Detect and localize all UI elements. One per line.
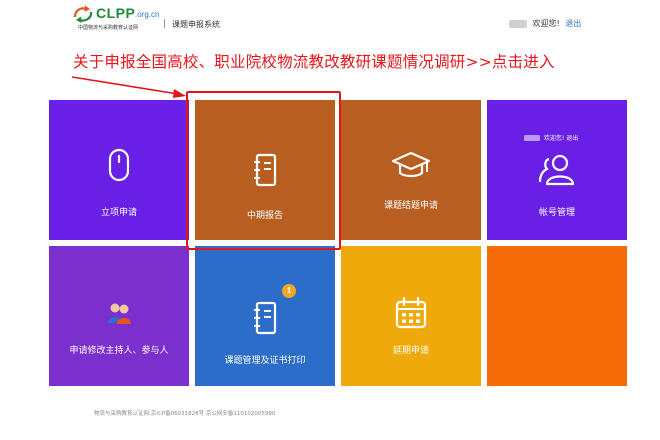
tile-label: 立项申请 [100, 208, 137, 218]
graduation-cap-icon [391, 151, 431, 178]
notebook-icon [254, 301, 277, 335]
tile-label: 课题结题申请 [383, 201, 438, 211]
mouse-icon [108, 148, 130, 182]
tile-label: 课题管理及证书打印 [224, 356, 306, 366]
logout-link[interactable]: 退出 [565, 19, 581, 28]
people-icon [108, 303, 131, 324]
tile-project-completion[interactable]: 课题结题申请 [341, 100, 481, 240]
tile-midterm-report[interactable]: 中期报告 [195, 100, 335, 240]
notification-badge: 1 [282, 284, 296, 298]
user-area: 欢迎您! 退出 [509, 18, 581, 30]
tile-account-management[interactable]: 欢迎您! 退出 帐号管理 [487, 100, 627, 240]
tile-extension-application[interactable]: 延期申请 [341, 246, 481, 386]
survey-banner-link[interactable]: 关于申报全国高校、职业院校物流教改教研课题情况调研>>点击进入 [73, 50, 555, 72]
annotation-arrow-icon [71, 76, 186, 98]
system-name: 课题申报系统 [172, 20, 220, 29]
header-divider [164, 19, 165, 28]
overlay-logout: 退出 [566, 135, 579, 142]
footer-icp: 物流与采购教育认证网:京ICP备06031828号 京公网安备110102005… [94, 411, 276, 417]
welcome-text: 欢迎您! [532, 19, 560, 28]
tile-project-management-certificate[interactable]: 1 课题管理及证书打印 [195, 246, 335, 386]
tile-label: 中期报告 [246, 211, 283, 221]
site-logo[interactable]: CLPP .org.cn 中国物流与采购教育认证网 [72, 3, 159, 33]
logo-text: CLPP [96, 5, 136, 21]
tile-label: 延期申请 [392, 346, 429, 356]
tile-modify-participants[interactable]: 申请修改主持人、参与人 [49, 246, 189, 386]
logo-subtitle: 中国物流与采购教育认证网 [78, 25, 139, 31]
recycle-arrows-icon [73, 5, 93, 23]
calendar-icon [395, 296, 427, 329]
tile-user-overlay: 欢迎您! 退出 [524, 133, 578, 142]
logo-domain: .org.cn [135, 10, 160, 19]
overlay-welcome: 欢迎您! [543, 135, 565, 142]
users-icon [538, 154, 575, 186]
tile-project-application[interactable]: 立项申请 [49, 100, 189, 240]
notebook-icon [254, 153, 277, 187]
tile-label: 帐号管理 [538, 208, 575, 218]
header: CLPP .org.cn 中国物流与采购教育认证网 课题申报系统 欢迎您! 退出 [0, 0, 660, 42]
tile-empty [487, 246, 627, 386]
blurred-username [524, 134, 540, 141]
blurred-username [509, 19, 527, 28]
tile-label: 申请修改主持人、参与人 [69, 346, 169, 356]
